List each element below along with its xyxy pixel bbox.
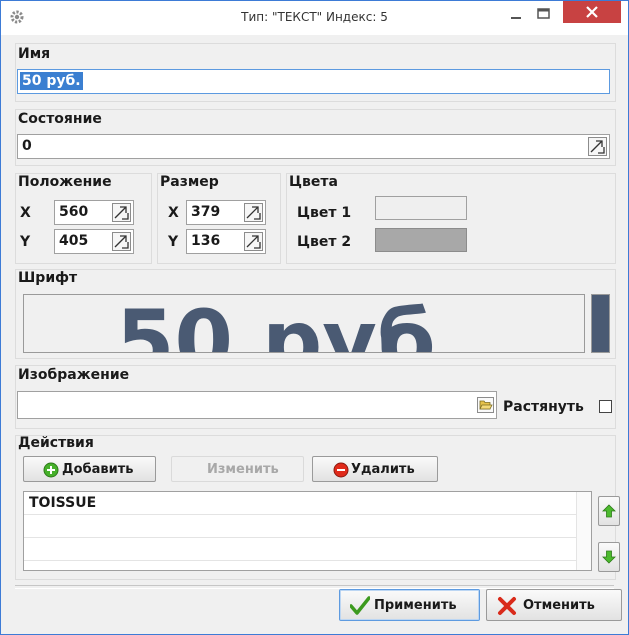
state-legend: Состояние [18,111,102,127]
size-x-label: X [168,205,179,221]
arrow-down-icon [602,550,616,564]
colors-legend: Цвета [289,174,338,190]
name-input-value: 50 руб. [20,72,83,90]
color1-label: Цвет 1 [297,205,352,221]
position-y-value: 405 [59,233,89,249]
spin-arrows-icon[interactable] [244,232,263,251]
apply-label: Применить [374,598,457,613]
add-action-label: Добавить [62,462,134,477]
state-group: Состояние 0 [15,109,616,166]
color2-swatch[interactable] [375,228,467,252]
stretch-label: Растянуть [503,399,584,415]
minimize-icon[interactable] [506,7,526,23]
list-scrollbar[interactable] [576,492,591,570]
font-preview[interactable]: 50 руб. [23,294,585,353]
size-y-label: Y [168,234,179,250]
title-bar[interactable]: Тип: "ТЕКСТ" Индекс: 5 [1,1,628,35]
close-icon [586,6,598,18]
move-up-button[interactable] [598,496,620,526]
position-x-input[interactable]: 560 [54,200,134,225]
position-group: Положение X 560 Y 405 [15,173,152,264]
font-preview-text: 50 руб. [116,294,468,353]
delete-action-label: Удалить [351,462,415,477]
stretch-checkbox[interactable] [599,400,612,413]
font-group: Шрифт 50 руб. [15,269,616,359]
add-icon [43,462,59,478]
state-input-value: 0 [22,138,32,154]
image-group: Изображение Растянуть [15,365,616,429]
image-path-input[interactable] [17,391,497,419]
name-group: Имя 50 руб. [15,43,616,102]
position-y-label: Y [20,234,31,250]
dialog-window: Тип: "ТЕКСТ" Индекс: 5 Имя 50 руб. Состо… [0,0,629,635]
spin-arrows-icon[interactable] [112,203,131,222]
size-x-input[interactable]: 379 [186,200,266,225]
size-y-value: 136 [191,233,221,249]
move-down-button[interactable] [598,542,620,572]
checkmark-icon [350,596,370,615]
maximize-icon[interactable] [533,6,555,24]
position-legend: Положение [18,174,112,190]
close-button[interactable] [563,1,621,23]
cancel-label: Отменить [523,598,595,613]
list-item[interactable]: TOISSUE [24,492,577,515]
position-x-label: X [20,205,31,221]
add-action-button[interactable]: Добавить [23,456,156,482]
cross-icon [498,597,516,615]
size-legend: Размер [160,174,219,190]
apply-button[interactable]: Применить [339,589,480,621]
name-input[interactable]: 50 руб. [17,69,610,94]
color1-swatch[interactable] [375,196,467,220]
position-y-input[interactable]: 405 [54,229,134,254]
actions-legend: Действия [18,435,94,451]
delete-action-button[interactable]: Удалить [312,456,438,482]
spin-arrows-icon[interactable] [588,137,607,156]
size-group: Размер X 379 Y 136 [157,173,281,264]
size-y-input[interactable]: 136 [186,229,266,254]
list-empty-row [24,538,577,561]
colors-group: Цвета Цвет 1 Цвет 2 [286,173,616,264]
delete-icon [333,462,349,478]
size-x-value: 379 [191,204,221,220]
edit-action-label: Изменить [207,462,279,477]
arrow-up-icon [602,504,616,518]
font-color-swatch[interactable] [591,294,610,353]
cancel-button[interactable]: Отменить [486,589,622,621]
spin-arrows-icon[interactable] [112,232,131,251]
list-item-label: TOISSUE [29,495,97,511]
color2-label: Цвет 2 [297,234,352,250]
image-legend: Изображение [18,367,130,383]
actions-group: Действия Добавить Изменить Удалить TOISS… [15,435,620,580]
folder-open-icon[interactable] [477,397,494,413]
dialog-content: Имя 50 руб. Состояние 0 Положение X 560 … [9,35,622,627]
edit-action-button[interactable]: Изменить [171,456,304,482]
state-input[interactable]: 0 [17,134,610,159]
position-x-value: 560 [59,204,89,220]
spin-arrows-icon[interactable] [244,203,263,222]
list-empty-row [24,515,577,538]
actions-list[interactable]: TOISSUE [23,491,592,571]
font-legend: Шрифт [18,270,78,286]
name-legend: Имя [18,46,51,62]
